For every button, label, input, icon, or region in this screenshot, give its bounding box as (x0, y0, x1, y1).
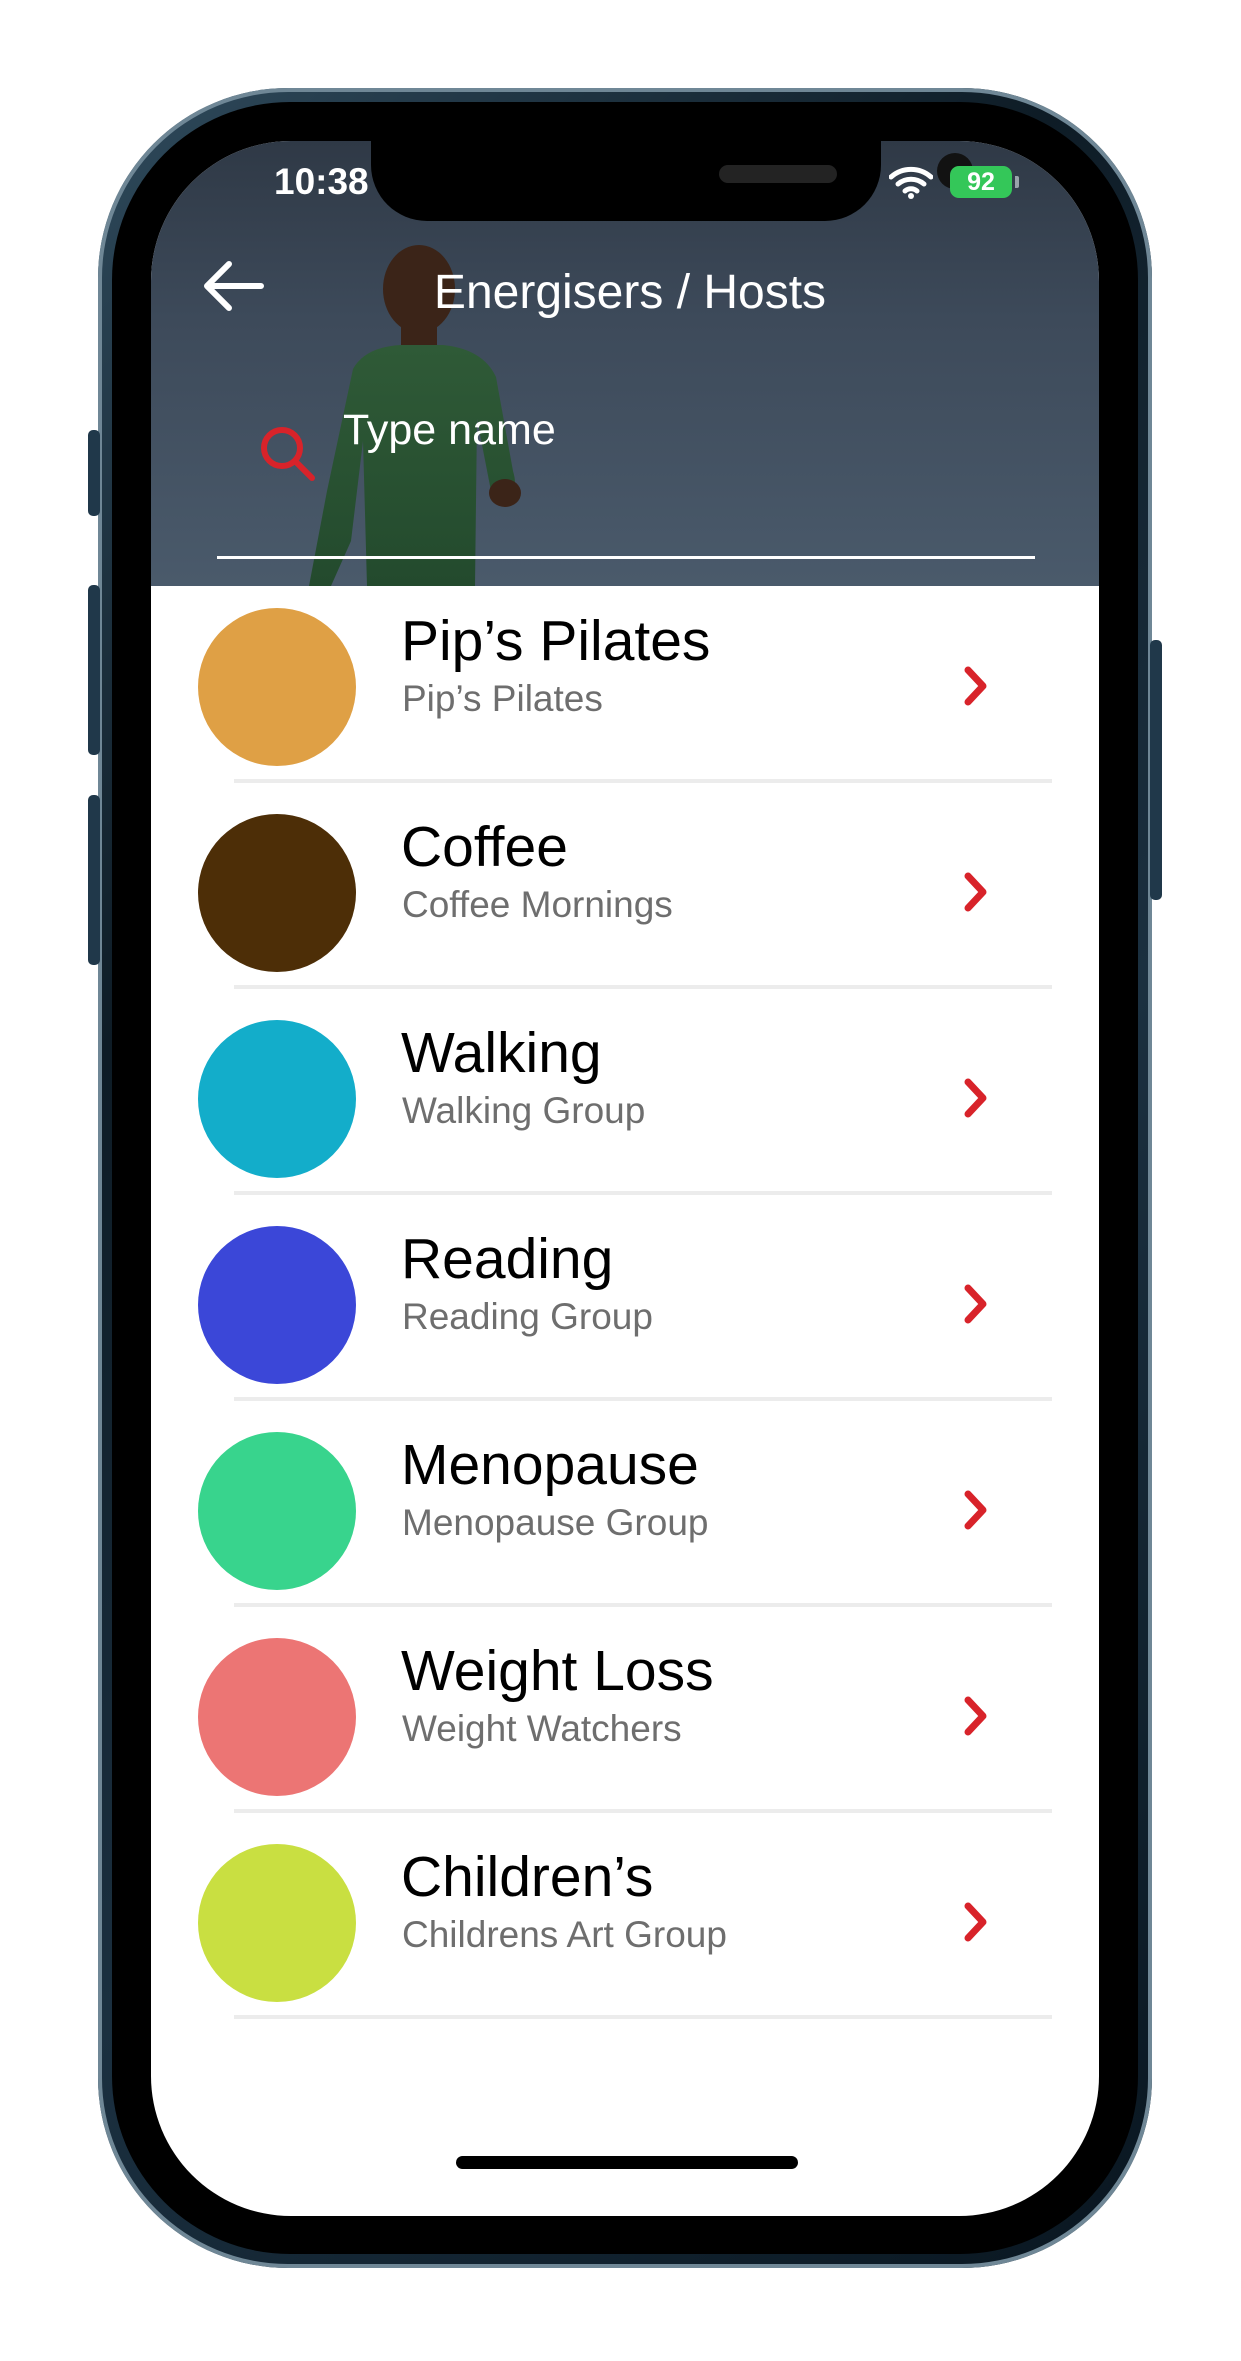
search-input[interactable] (343, 397, 923, 463)
battery-level: 92 (950, 166, 1012, 198)
list-item-title: Coffee (401, 815, 568, 879)
chevron-right-icon[interactable] (963, 1284, 989, 1324)
divider (234, 985, 1052, 989)
list-item-subtitle: Reading Group (402, 1296, 653, 1337)
status-time: 10:38 (274, 161, 369, 202)
chevron-right-icon[interactable] (963, 1490, 989, 1530)
list-item-subtitle: Walking Group (402, 1090, 646, 1131)
divider (234, 2015, 1052, 2019)
battery-tip (1015, 176, 1019, 188)
list-item-subtitle: Weight Watchers (402, 1708, 682, 1749)
volume-down-button (88, 795, 100, 965)
divider (234, 1809, 1052, 1813)
power-button (1150, 640, 1162, 900)
list-item[interactable]: Children’s Childrens Art Group (151, 1822, 1099, 2028)
divider (234, 1603, 1052, 1607)
list-item[interactable]: Coffee Coffee Mornings (151, 792, 1099, 998)
list-item[interactable]: Reading Reading Group (151, 1204, 1099, 1410)
list-item-title: Children’s (401, 1845, 654, 1909)
list-item-title: Walking (401, 1021, 602, 1085)
speaker-grille (719, 165, 837, 183)
divider (234, 1397, 1052, 1401)
silent-switch (88, 430, 100, 516)
header-banner: 10:38 92 Energisers / Hosts (151, 141, 1099, 586)
chevron-right-icon[interactable] (963, 872, 989, 912)
search-underline (217, 556, 1035, 559)
list-item-subtitle: Pip’s Pilates (402, 678, 603, 719)
list-item-title: Menopause (401, 1433, 699, 1497)
list-item-title: Weight Loss (401, 1639, 714, 1703)
divider (234, 779, 1052, 783)
avatar (198, 1638, 356, 1796)
list-item-subtitle: Coffee Mornings (402, 884, 673, 925)
home-indicator[interactable] (456, 2156, 798, 2169)
list-item[interactable]: Weight Loss Weight Watchers (151, 1616, 1099, 1822)
chevron-right-icon[interactable] (963, 1696, 989, 1736)
avatar (198, 1226, 356, 1384)
avatar (198, 814, 356, 972)
app-screen: 10:38 92 Energisers / Hosts Pip’s Pilate… (151, 141, 1099, 2216)
list-item-title: Pip’s Pilates (401, 609, 711, 673)
search-icon (261, 427, 315, 481)
chevron-right-icon[interactable] (963, 666, 989, 706)
list-item[interactable]: Pip’s Pilates Pip’s Pilates (151, 586, 1099, 792)
list-item[interactable]: Walking Walking Group (151, 998, 1099, 1204)
volume-up-button (88, 585, 100, 755)
list-item[interactable]: Menopause Menopause Group (151, 1410, 1099, 1616)
avatar (198, 1020, 356, 1178)
divider (234, 1191, 1052, 1195)
list-item-subtitle: Childrens Art Group (402, 1914, 727, 1955)
page-title: Energisers / Hosts (433, 266, 827, 319)
wifi-icon (889, 166, 933, 199)
list-item-subtitle: Menopause Group (402, 1502, 709, 1543)
list-item-title: Reading (401, 1227, 614, 1291)
group-list: Pip’s Pilates Pip’s Pilates Coffee Coffe… (151, 586, 1099, 2028)
avatar (198, 1844, 356, 2002)
notch (371, 141, 973, 221)
avatar (198, 608, 356, 766)
avatar (198, 1432, 356, 1590)
chevron-right-icon[interactable] (963, 1078, 989, 1118)
chevron-right-icon[interactable] (963, 1902, 989, 1942)
